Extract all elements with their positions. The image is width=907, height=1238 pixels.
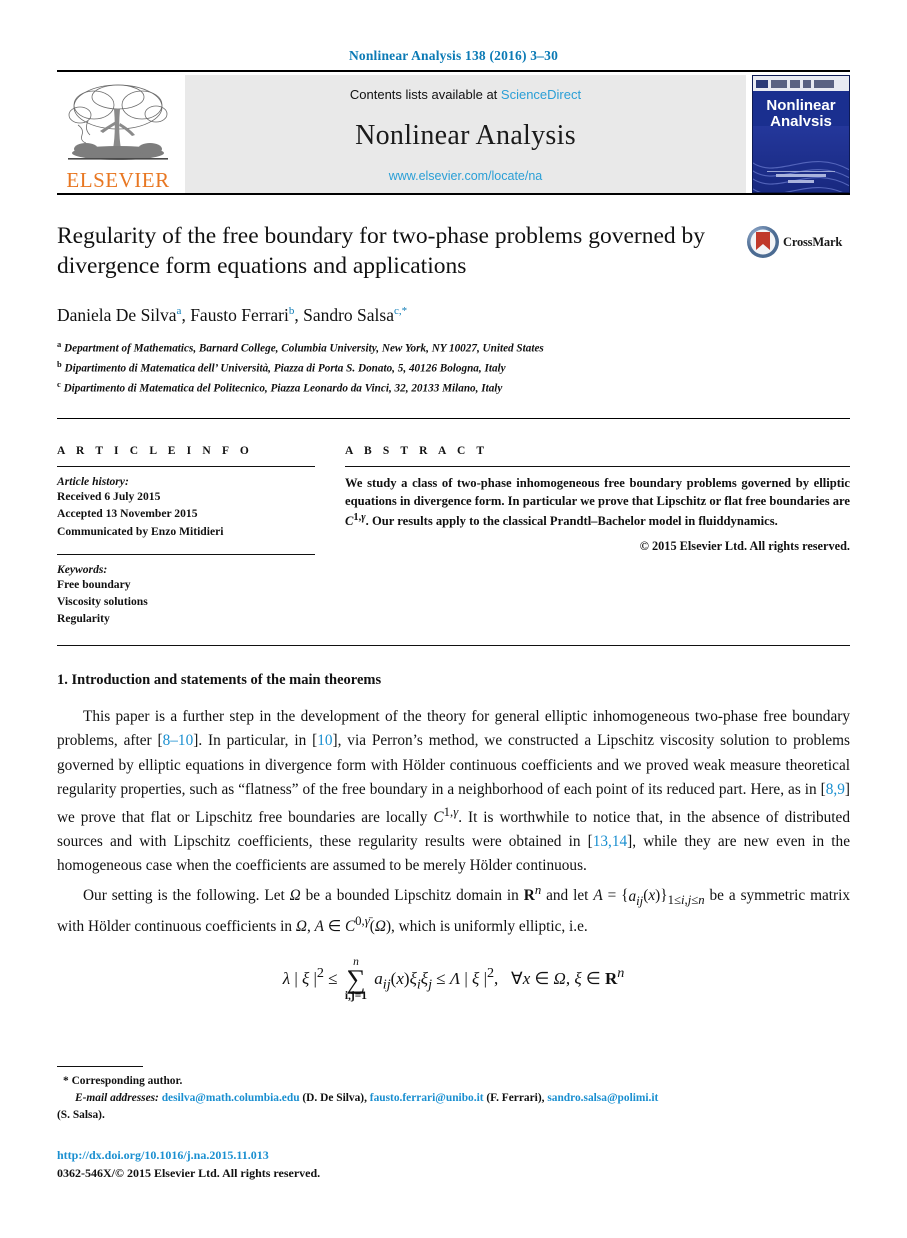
section-heading-1: 1. Introduction and statements of the ma… [57,672,382,689]
article-history-label: Article history: [57,475,129,489]
affiliation-list: a Department of Mathematics, Barnard Col… [57,338,850,398]
sciencedirect-link[interactable]: ScienceDirect [501,87,581,102]
affiliation-item: c Dipartimento di Matematica del Politec… [57,378,850,398]
abstract-rule [345,466,850,468]
citation-ref[interactable]: 8–10 [163,732,194,749]
elsevier-wordmark: ELSEVIER [66,168,170,192]
displayed-equation-1: λ | ξ |2 ≤ n ∑ i,j=1 aij(x)ξiξj ≤ Λ | ξ … [282,955,625,1003]
citation-ref[interactable]: 13,14 [593,833,627,850]
journal-homepage-link[interactable]: www.elsevier.com/locate/na [389,169,543,183]
affiliation-text: Dipartimento di Matematica del Politecni… [63,382,503,395]
email-person-last: (S. Salsa). [57,1108,105,1121]
title-block: Regularity of the free boundary for two-… [57,221,850,283]
journal-masthead: ELSEVIER Contents lists available at Sci… [57,75,850,193]
footnote-rule [57,1065,143,1067]
keywords-block: Keywords: Free boundary Viscosity soluti… [57,563,315,627]
cover-footer-lines [753,171,849,186]
footnote-area: * Corresponding author. E-mail addresses… [57,1065,850,1182]
eq-lambda: λ [282,968,291,988]
citation-ref[interactable]: 8,9 [826,781,845,798]
history-communicated: Communicated by Enzo Mitidieri [57,524,224,538]
issn-copyright-line: 0362-546X/© 2015 Elsevier Ltd. All right… [57,1166,321,1180]
crossmark-badge[interactable]: CrossMark [746,225,850,259]
masthead-bottom-rule [57,193,850,195]
keyword-item: Free boundary [57,577,131,591]
article-info-rule [57,466,315,468]
author-affil-marker-a: a [176,305,182,318]
cover-top-bar [753,76,849,91]
keyword-item: Regularity [57,612,110,626]
running-head: Nonlinear Analysis 138 (2016) 3–30 [348,48,559,63]
affiliation-item: a Department of Mathematics, Barnard Col… [57,338,850,358]
email-link[interactable]: sandro.salsa@polimi.it [547,1092,658,1104]
contents-prefix: Contents lists available at [349,87,501,102]
article-history-block: Article history: Received 6 July 2015 Ac… [57,475,315,539]
corresponding-marker: * [63,1074,69,1087]
elsevier-tree-icon [68,84,168,160]
info-abstract-region: A R T I C L E I N F O Article history: R… [57,445,850,629]
keyword-item: Viscosity solutions [57,594,148,608]
intro-paragraph-2: Our setting is the following. Let Ω be a… [57,883,850,935]
email-link[interactable]: desilva@math.columbia.edu [162,1092,300,1104]
doi-link[interactable]: http://dx.doi.org/10.1016/j.na.2015.11.0… [57,1146,850,1164]
abstract-text: We study a class of two-phase inhomogene… [345,476,850,529]
affiliation-marker: a [57,339,62,349]
article-info-column: A R T I C L E I N F O Article history: R… [57,445,337,629]
keywords-label: Keywords: [57,562,108,576]
masthead-center: Contents lists available at ScienceDirec… [185,75,746,193]
keywords-rule [57,553,315,555]
author-list: Daniela De Silvaa, Fausto Ferrarib, Sand… [57,305,408,325]
masthead-top-rule [57,70,850,72]
history-received: Received 6 July 2015 [57,490,161,504]
affiliation-marker: b [57,359,62,370]
corresponding-text: Corresponding author. [71,1074,183,1087]
affiliation-text: Dipartimento di Matematica dell’ Univers… [64,362,506,375]
email-note-cont: (S. Salsa). [57,1107,850,1124]
summation-operator: n ∑ i,j=1 [344,955,368,1003]
email-person: (D. De Silva) [302,1091,365,1104]
citation-ref[interactable]: 10 [317,732,332,749]
corresponding-author-note: * Corresponding author. [57,1073,850,1090]
intro-paragraph-1: This paper is a further step in the deve… [57,708,851,875]
abstract-heading: A B S T R A C T [345,445,489,458]
affiliation-item: b Dipartimento di Matematica dell’ Unive… [57,358,850,378]
crossmark-label: CrossMark [783,234,843,249]
email-person: (F. Ferrari) [486,1091,542,1104]
abstract-copyright: © 2015 Elsevier Ltd. All rights reserved… [639,539,850,554]
affiliation-text: Department of Mathematics, Barnard Colle… [64,342,544,355]
cover-title-line1: Nonlinear [766,97,836,114]
author-affil-marker-b: b [288,305,295,318]
author-affil-marker-c: c,* [394,305,408,318]
paper-page: Nonlinear Analysis 138 (2016) 3–30 ELSEV… [0,0,907,1238]
article-title: Regularity of the free boundary for two-… [57,223,706,280]
body-top-rule [57,645,850,647]
email-link[interactable]: fausto.ferrari@unibo.it [370,1092,484,1104]
crossmark-icon [747,226,779,258]
doi-block: http://dx.doi.org/10.1016/j.na.2015.11.0… [57,1146,850,1182]
elsevier-logo: ELSEVIER [57,75,179,193]
contents-available-line: Contents lists available at ScienceDirec… [350,87,581,102]
history-accepted: Accepted 13 November 2015 [57,507,198,521]
article-info-heading: A R T I C L E I N F O [57,445,253,458]
abstract-column: A B S T R A C T We study a class of two-… [337,445,850,629]
info-top-rule [57,418,850,420]
journal-cover-thumbnail: Nonlinear Analysis [752,75,850,193]
email-note: E-mail addresses: desilva@math.columbia.… [75,1091,659,1104]
journal-title: Nonlinear Analysis [355,119,576,151]
email-label: E-mail addresses: [75,1091,159,1104]
affiliation-marker: c [57,379,61,390]
